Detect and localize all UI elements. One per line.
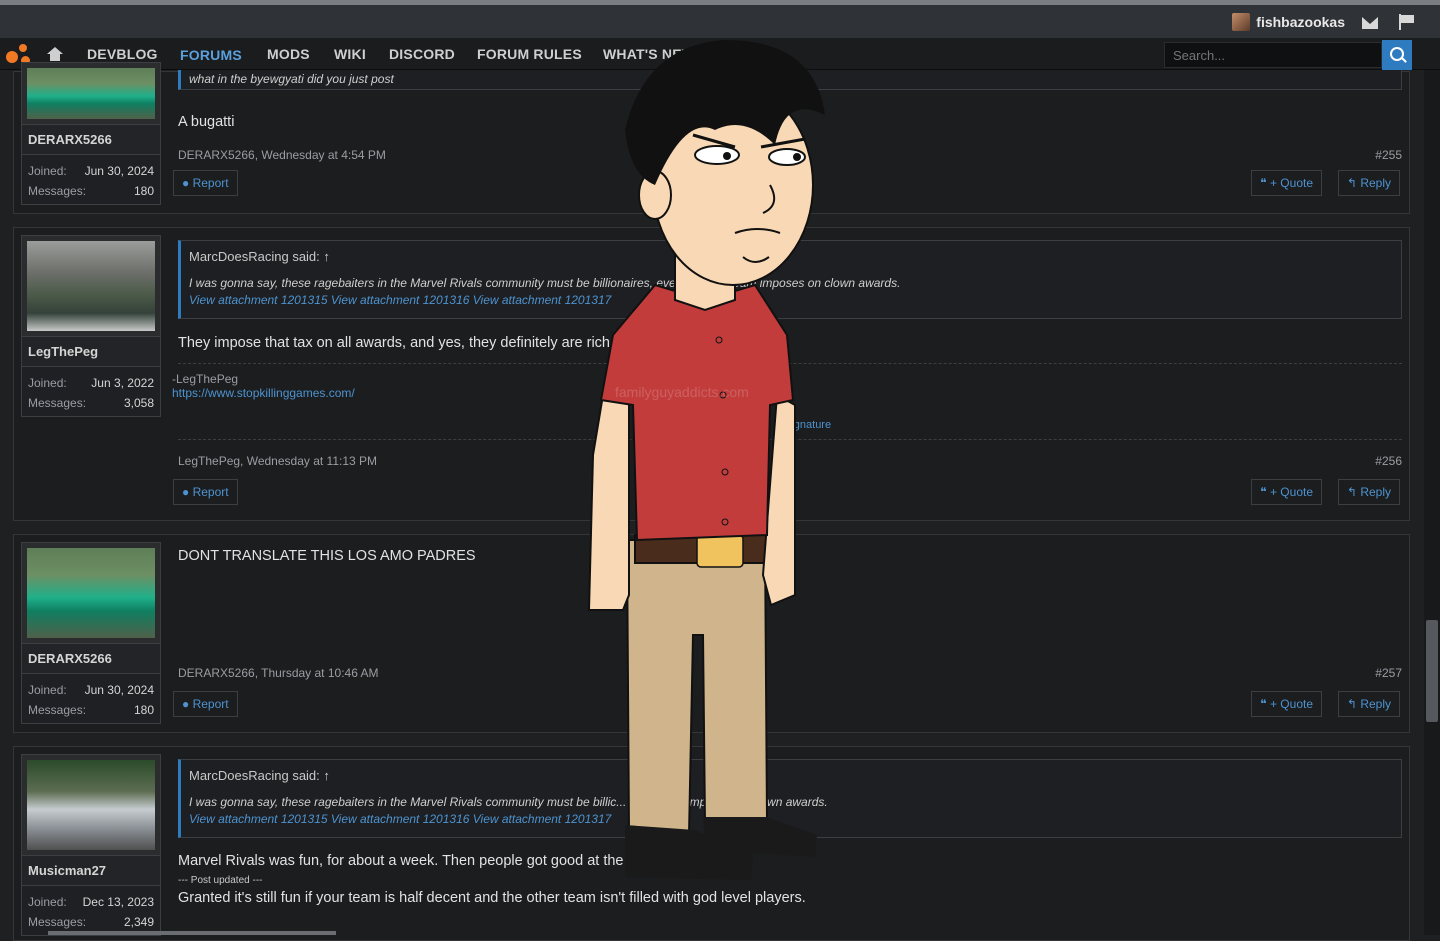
post-number[interactable]: #257 xyxy=(1375,666,1402,680)
post-number[interactable]: #255 xyxy=(1375,148,1402,162)
post-body-continued: Granted it's still fun if your team is h… xyxy=(178,890,1402,906)
avatar[interactable] xyxy=(21,542,161,644)
user-stats: Joined:Jun 30, 2024 Messages:180 xyxy=(21,674,161,724)
report-button[interactable]: ● Report xyxy=(173,479,238,505)
author-name[interactable]: LegThePeg xyxy=(21,337,161,367)
avatar[interactable] xyxy=(21,62,161,125)
reply-button[interactable]: ↰ Reply xyxy=(1338,170,1400,196)
author-name[interactable]: Musicman27 xyxy=(21,856,161,886)
username: fishbazookas xyxy=(1256,14,1345,30)
avatar[interactable] xyxy=(21,754,161,856)
quote-button[interactable]: ❝ + Quote xyxy=(1251,479,1322,505)
cartoon-character-overlay: familyguyaddicts.com xyxy=(585,35,830,885)
user-avatar xyxy=(1232,13,1250,31)
user-stats: Joined:Jun 30, 2024 Messages:180 xyxy=(21,155,161,205)
user-menu[interactable]: fishbazookas xyxy=(1232,13,1345,31)
nav-mods[interactable]: MODS xyxy=(267,46,310,62)
reply-button[interactable]: ↰ Reply xyxy=(1338,479,1400,505)
nav-forum-rules[interactable]: FORUM RULES xyxy=(477,46,582,62)
author-name[interactable]: DERARX5266 xyxy=(21,125,161,155)
mail-icon[interactable] xyxy=(1362,17,1378,29)
nav-forums[interactable]: FORUMS xyxy=(180,47,242,63)
post-number[interactable]: #256 xyxy=(1375,454,1402,468)
horizontal-scrollbar[interactable] xyxy=(48,931,336,935)
vertical-scrollbar[interactable] xyxy=(1424,70,1440,935)
svg-text:familyguyaddicts.com: familyguyaddicts.com xyxy=(615,384,749,400)
search-icon[interactable] xyxy=(1382,40,1412,70)
nav-discord[interactable]: DISCORD xyxy=(389,46,455,62)
search-input[interactable] xyxy=(1164,42,1382,68)
scrollbar-thumb[interactable] xyxy=(1426,620,1438,722)
quote-button[interactable]: ❝ + Quote xyxy=(1251,691,1322,717)
user-stats: Joined:Jun 3, 2022 Messages:3,058 xyxy=(21,367,161,417)
author-name[interactable]: DERARX5266 xyxy=(21,644,161,674)
report-button[interactable]: ● Report xyxy=(173,691,238,717)
nav-wiki[interactable]: WIKI xyxy=(334,46,366,62)
reply-button[interactable]: ↰ Reply xyxy=(1338,691,1400,717)
report-button[interactable]: ● Report xyxy=(173,170,238,196)
nav-devblog[interactable]: DEVBLOG xyxy=(87,46,158,62)
user-stats: Joined:Dec 13, 2023 Messages:2,349 xyxy=(21,886,161,936)
top-bar: fishbazookas xyxy=(0,0,1440,38)
home-icon[interactable] xyxy=(47,47,63,61)
flag-icon[interactable] xyxy=(1399,14,1415,30)
avatar[interactable] xyxy=(21,235,161,337)
quote-button[interactable]: ❝ + Quote xyxy=(1251,170,1322,196)
